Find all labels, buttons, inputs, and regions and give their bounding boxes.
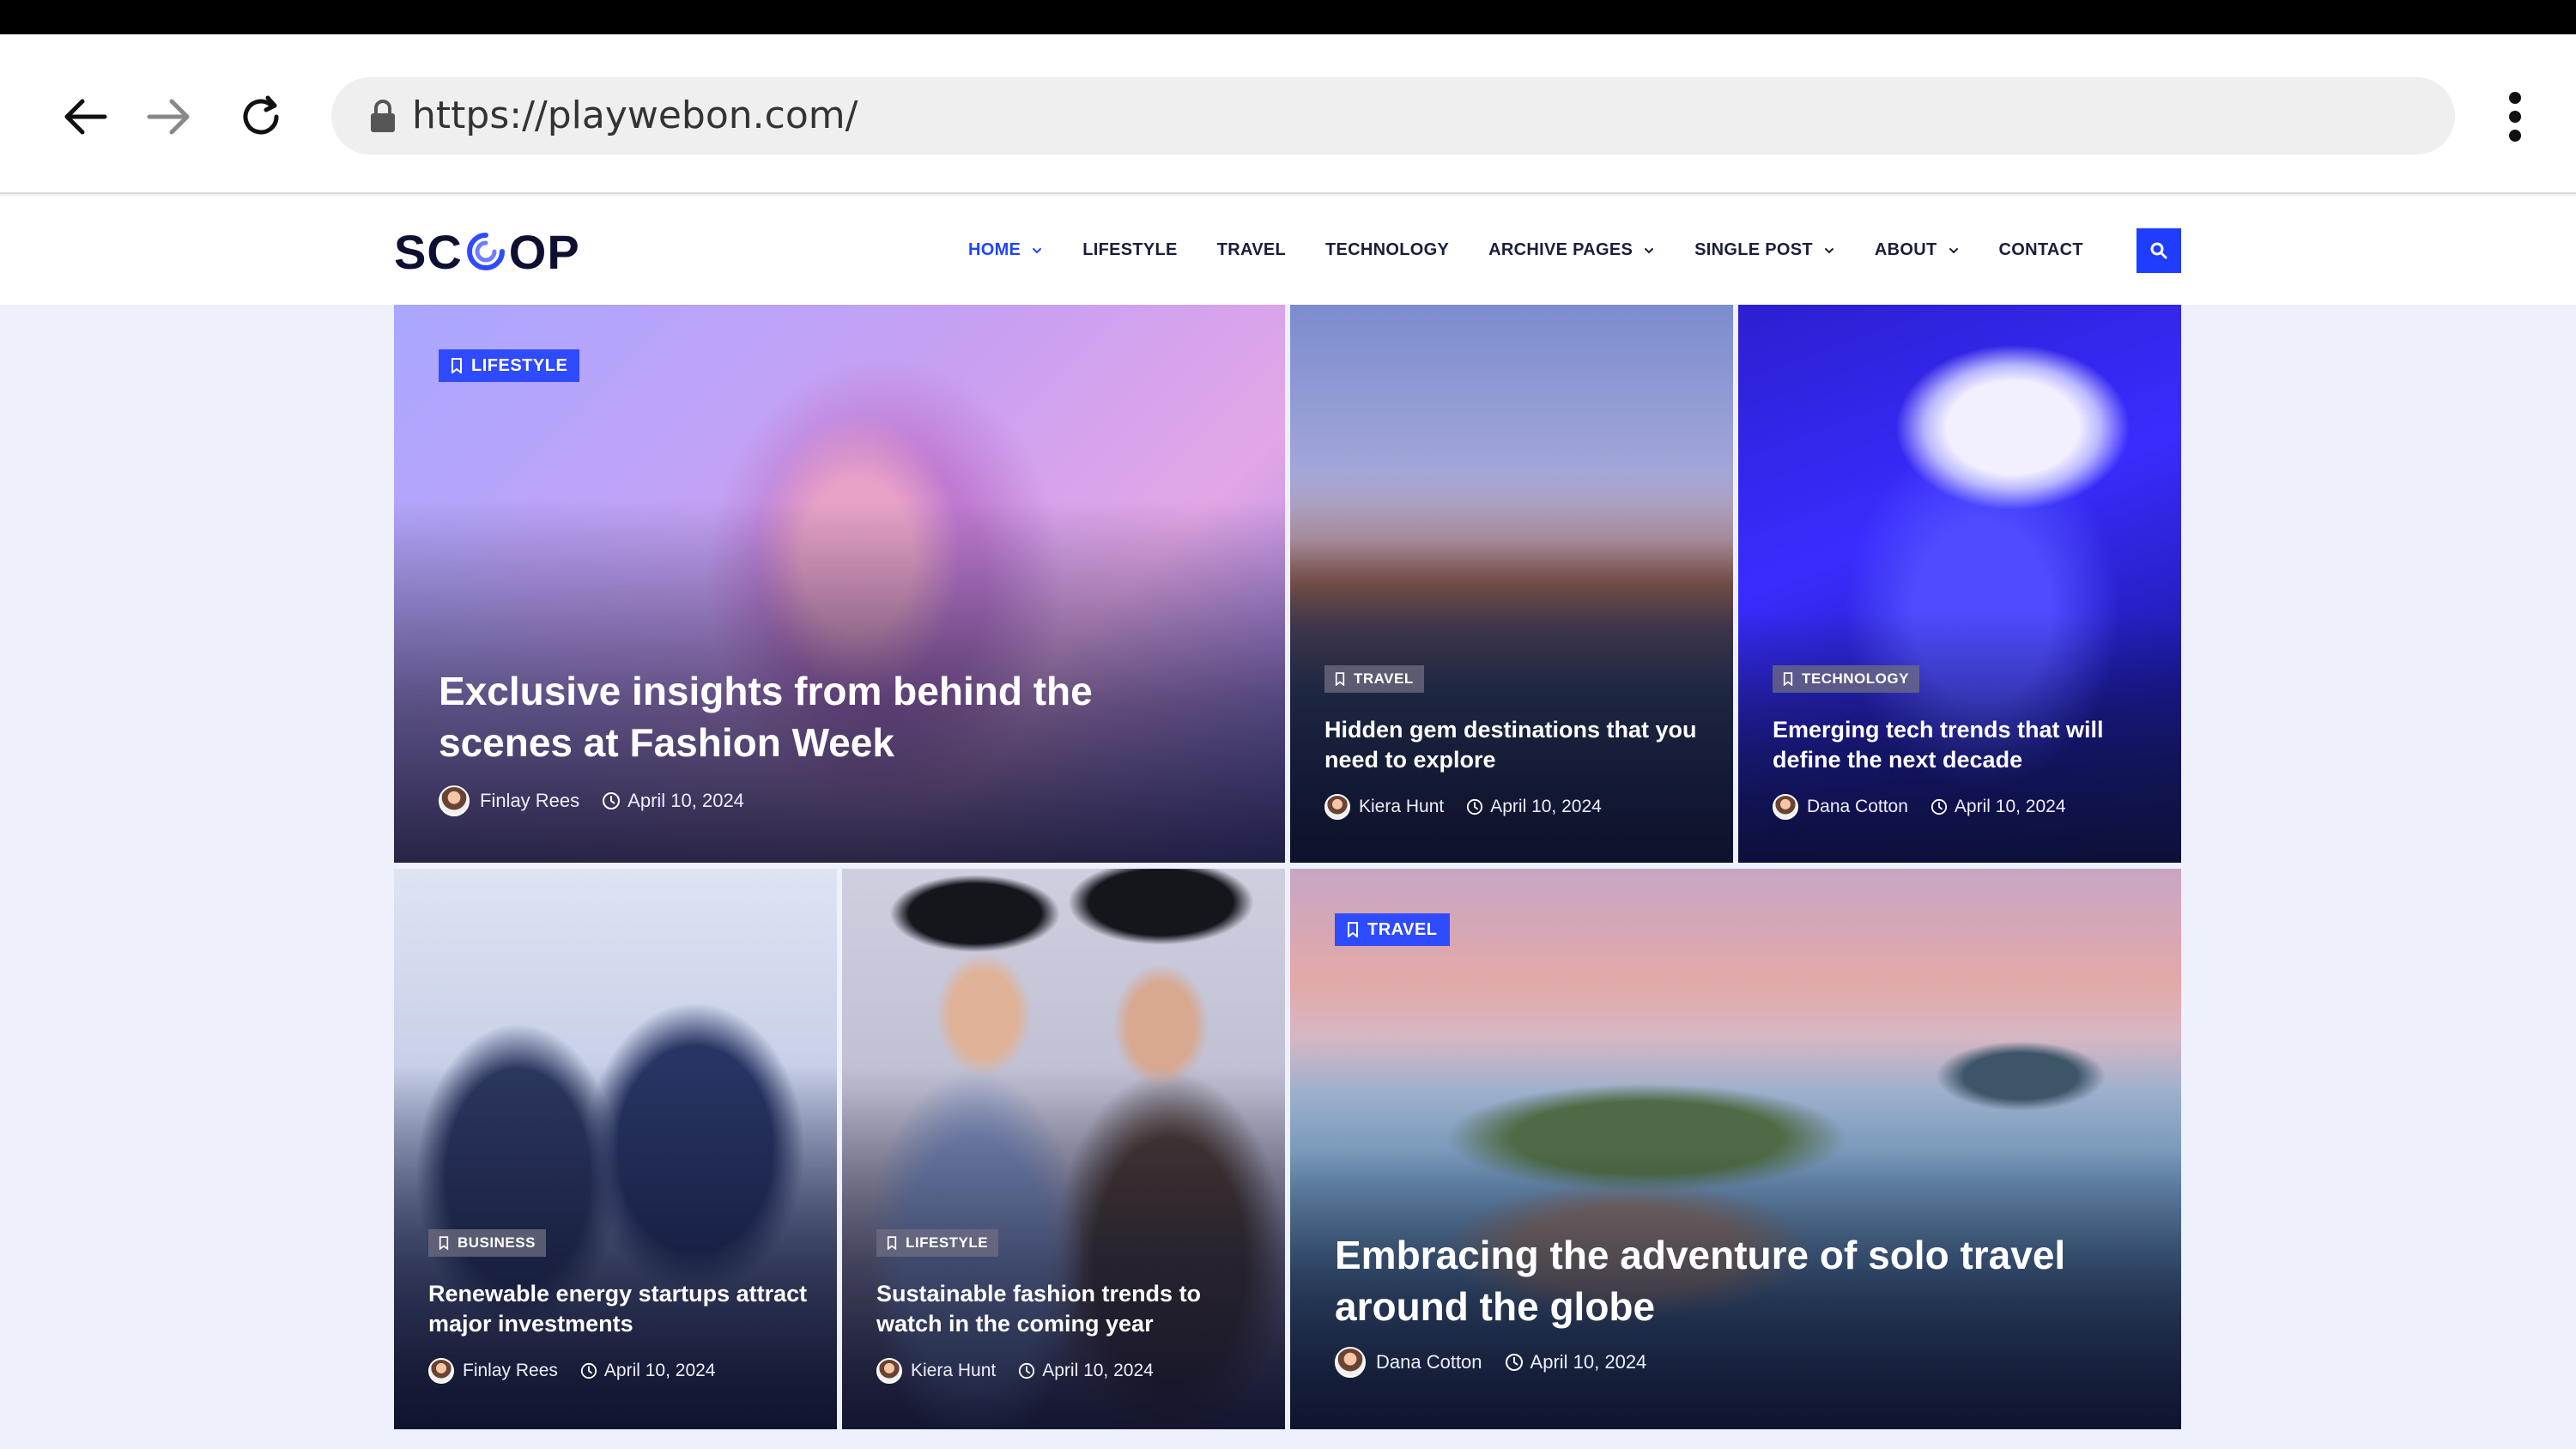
nav-item-single-post[interactable]: SINGLE POST bbox=[1694, 240, 1835, 260]
category-badge[interactable]: TRAVEL bbox=[1324, 665, 1424, 693]
search-icon bbox=[2150, 242, 2167, 259]
forward-arrow-icon bbox=[147, 99, 190, 135]
forward-button[interactable] bbox=[134, 82, 203, 151]
post-title[interactable]: Hidden gem destinations that you need to… bbox=[1324, 715, 1697, 775]
post-meta: Kiera Hunt April 10, 2024 bbox=[1324, 794, 1602, 820]
bookmark-icon bbox=[1335, 672, 1345, 686]
clock-icon bbox=[603, 792, 621, 809]
bookmark-icon bbox=[1348, 922, 1358, 937]
post-date: April 10, 2024 bbox=[627, 790, 744, 811]
post-meta: Dana Cotton April 10, 2024 bbox=[1773, 794, 2066, 820]
main-navigation: HOME LIFESTYLE TRAVEL TECHNOLOGY ARCHIVE PAG… bbox=[968, 196, 2123, 305]
author-avatar[interactable] bbox=[439, 785, 470, 816]
post-meta: Finlay Rees April 10, 2024 bbox=[428, 1358, 715, 1384]
author-name[interactable]: Kiera Hunt bbox=[1359, 797, 1444, 817]
author-avatar[interactable] bbox=[1335, 1347, 1366, 1378]
clock-icon bbox=[1930, 798, 1948, 815]
post-title[interactable]: Sustainable fashion trends to watch in t… bbox=[876, 1279, 1201, 1339]
category-badge[interactable]: BUSINESS bbox=[428, 1229, 546, 1257]
reload-icon bbox=[243, 95, 279, 135]
post-card-fashion-week[interactable]: LIFESTYLE Exclusive insights from behind… bbox=[394, 305, 1285, 863]
bookmark-icon bbox=[887, 1236, 897, 1250]
clock-icon bbox=[580, 1362, 597, 1379]
back-button[interactable] bbox=[52, 82, 120, 151]
post-date: April 10, 2024 bbox=[603, 1361, 716, 1380]
nav-item-about[interactable]: ABOUT bbox=[1875, 240, 1960, 260]
logo-swirl-icon bbox=[466, 233, 505, 270]
bookmark-icon bbox=[439, 1236, 449, 1250]
system-status-bar bbox=[0, 0, 2576, 34]
author-name[interactable]: Dana Cotton bbox=[1807, 797, 1908, 817]
nav-item-travel[interactable]: TRAVEL bbox=[1217, 240, 1286, 260]
chevron-down-icon bbox=[1949, 247, 1958, 253]
site-header: SC OP HOME LIFESTYLE TRAVEL TECHNOLOGY ARCHI… bbox=[0, 196, 2576, 305]
post-card-hidden-gems[interactable]: TRAVEL Hidden gem destinations that you … bbox=[1290, 305, 1733, 863]
post-title[interactable]: Renewable energy startups attract major … bbox=[428, 1279, 807, 1339]
category-badge[interactable]: TRAVEL bbox=[1335, 913, 1450, 946]
post-title[interactable]: Embracing the adventure of solo travel a… bbox=[1335, 1229, 2065, 1332]
url-text: https://playwebon.com/ bbox=[412, 94, 858, 137]
post-card-sustainable-fashion[interactable]: LIFESTYLE Sustainable fashion trends to … bbox=[842, 869, 1285, 1429]
category-badge[interactable]: TECHNOLOGY bbox=[1773, 665, 1919, 693]
post-date: April 10, 2024 bbox=[1954, 797, 2066, 816]
featured-posts-grid: LIFESTYLE Exclusive insights from behind… bbox=[394, 305, 2181, 1429]
chevron-down-icon bbox=[1033, 247, 1042, 253]
chevron-down-icon bbox=[1824, 247, 1834, 253]
chevron-down-icon bbox=[1645, 247, 1654, 253]
author-avatar[interactable] bbox=[1324, 794, 1350, 820]
author-name[interactable]: Kiera Hunt bbox=[911, 1361, 996, 1381]
post-meta: Finlay Rees April 10, 2024 bbox=[439, 785, 744, 816]
lock-icon bbox=[371, 100, 395, 132]
post-date: April 10, 2024 bbox=[1490, 797, 1602, 816]
author-avatar[interactable] bbox=[876, 1358, 902, 1384]
nav-item-contact[interactable]: CONTACT bbox=[1999, 240, 2083, 260]
nav-item-lifestyle[interactable]: LIFESTYLE bbox=[1082, 240, 1177, 260]
clock-icon bbox=[1019, 1362, 1035, 1379]
post-title[interactable]: Exclusive insights from behind the scene… bbox=[439, 665, 1093, 768]
post-card-tech-trends[interactable]: TECHNOLOGY Emerging tech trends that wil… bbox=[1738, 305, 2181, 863]
clock-icon bbox=[1467, 798, 1483, 815]
post-card-renewable-energy[interactable]: BUSINESS Renewable energy startups attra… bbox=[394, 869, 837, 1429]
author-avatar[interactable] bbox=[428, 1358, 454, 1384]
post-card-solo-travel[interactable]: TRAVEL Embracing the adventure of solo t… bbox=[1290, 869, 2181, 1429]
author-avatar[interactable] bbox=[1773, 794, 1798, 820]
browser-toolbar: https://playwebon.com/ bbox=[0, 34, 2576, 194]
post-meta: Dana Cotton April 10, 2024 bbox=[1335, 1347, 1646, 1378]
post-date: April 10, 2024 bbox=[1042, 1361, 1154, 1380]
bookmark-icon bbox=[452, 358, 462, 373]
nav-item-technology[interactable]: TECHNOLOGY bbox=[1325, 240, 1449, 260]
nav-item-archive-pages[interactable]: ARCHIVE PAGES bbox=[1488, 240, 1655, 260]
post-meta: Kiera Hunt April 10, 2024 bbox=[876, 1358, 1154, 1384]
post-title[interactable]: Emerging tech trends that will define th… bbox=[1773, 715, 2104, 775]
nav-item-home[interactable]: HOME bbox=[968, 240, 1043, 260]
author-name[interactable]: Finlay Rees bbox=[463, 1361, 558, 1381]
address-bar[interactable]: https://playwebon.com/ bbox=[331, 77, 2455, 155]
kebab-menu-icon[interactable] bbox=[2489, 82, 2541, 151]
post-date: April 10, 2024 bbox=[1530, 1351, 1647, 1373]
author-name[interactable]: Finlay Rees bbox=[480, 790, 579, 812]
back-arrow-icon bbox=[64, 99, 107, 135]
category-badge[interactable]: LIFESTYLE bbox=[876, 1229, 999, 1257]
bookmark-icon bbox=[1783, 672, 1793, 686]
reload-button[interactable] bbox=[227, 82, 295, 151]
clock-icon bbox=[1505, 1354, 1523, 1371]
category-badge[interactable]: LIFESTYLE bbox=[439, 349, 580, 382]
search-button[interactable] bbox=[2137, 228, 2181, 273]
site-logo[interactable]: SC OP bbox=[394, 221, 580, 282]
author-name[interactable]: Dana Cotton bbox=[1376, 1351, 1482, 1373]
